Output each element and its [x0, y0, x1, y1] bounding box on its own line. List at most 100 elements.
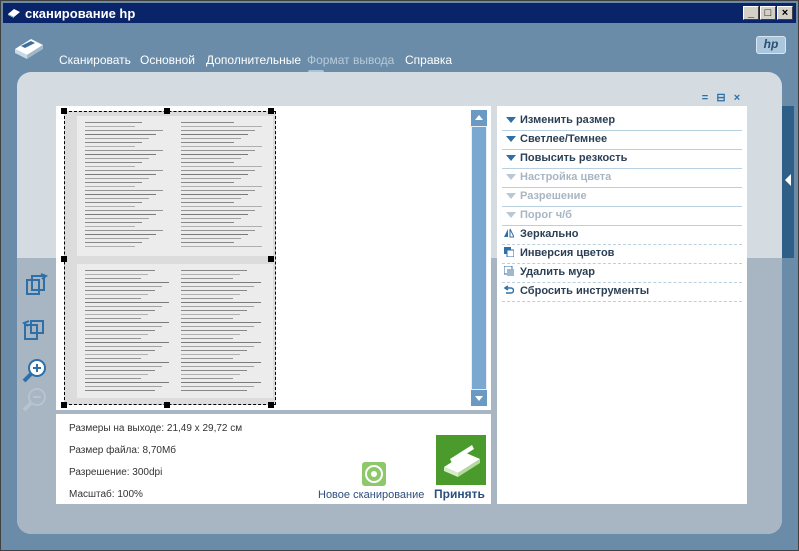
crop-handle[interactable] [268, 402, 274, 408]
tool-descreen[interactable]: Удалить муар [502, 263, 742, 283]
triangle-down-icon [506, 155, 516, 161]
text-line [85, 130, 163, 131]
panel-close-icon[interactable]: × [730, 91, 744, 105]
crop-handle[interactable] [61, 256, 67, 262]
menu-item-help[interactable]: Справка [405, 53, 452, 67]
text-line [85, 334, 148, 335]
collapse-panel-tab[interactable] [782, 106, 794, 258]
tool-resize[interactable]: Изменить размер [502, 111, 742, 131]
accept-button[interactable]: Принять [434, 487, 485, 501]
menu-item-advanced[interactable]: Дополнительные [206, 53, 301, 67]
tool-invert-colors[interactable]: Инверсия цветов [502, 244, 742, 264]
text-line [85, 338, 141, 339]
scroll-thumb[interactable] [472, 127, 486, 389]
text-line [85, 318, 141, 319]
output-size-text: Размеры на выходе: 21,49 x 29,72 см [69, 423, 243, 434]
title-bar: сканирование hp _ □ × [3, 3, 796, 23]
text-line [85, 386, 162, 387]
crop-handle[interactable] [164, 402, 170, 408]
text-line [85, 354, 148, 355]
text-line [85, 322, 169, 323]
text-line [181, 206, 262, 207]
scanner-icon [8, 9, 20, 18]
rotate-right-icon[interactable] [21, 272, 49, 298]
maximize-button[interactable]: □ [760, 6, 776, 20]
text-line [85, 214, 156, 215]
crop-handle[interactable] [61, 108, 67, 114]
crop-handle[interactable] [61, 402, 67, 408]
text-line [181, 194, 248, 195]
menu-item-output-format[interactable]: Формат вывода [307, 53, 394, 67]
text-line [85, 146, 135, 147]
text-line [181, 158, 241, 159]
zoom-out-icon[interactable] [21, 387, 49, 413]
text-line [181, 234, 248, 235]
reset-icon [504, 285, 514, 294]
text-line [181, 174, 248, 175]
arrow-down-icon [475, 396, 483, 401]
text-line [181, 346, 254, 347]
panel-restore-icon[interactable]: ⊟ [714, 91, 728, 105]
text-line [85, 358, 141, 359]
text-line [181, 334, 240, 335]
text-line [85, 154, 156, 155]
text-line [85, 198, 149, 199]
new-scan-icon[interactable] [362, 462, 386, 486]
text-line [181, 154, 248, 155]
tool-reset[interactable]: Сбросить инструменты [502, 282, 742, 302]
text-line [85, 270, 155, 271]
text-line [181, 214, 248, 215]
invert-colors-icon [504, 247, 514, 257]
text-line [181, 370, 247, 371]
window-title: сканирование hp [25, 6, 136, 21]
zoom-in-icon[interactable] [21, 358, 49, 384]
menu-item-scan[interactable]: Сканировать [59, 53, 131, 67]
text-line [181, 178, 241, 179]
crop-handle[interactable] [268, 256, 274, 262]
text-line [85, 202, 142, 203]
new-scan-button[interactable]: Новое сканирование [318, 489, 424, 501]
triangle-down-icon [506, 193, 516, 199]
tool-mirror[interactable]: Зеркально [502, 225, 742, 245]
text-line [85, 194, 156, 195]
text-line [85, 138, 149, 139]
triangle-down-icon [506, 174, 516, 180]
text-line [85, 222, 142, 223]
text-line [181, 122, 234, 123]
text-line [181, 218, 241, 219]
text-line [85, 366, 162, 367]
panel-menu-icon[interactable]: = [698, 91, 712, 105]
app-window: сканирование hp _ □ × Сканировать Основн… [0, 0, 799, 551]
text-line [181, 294, 240, 295]
minimize-button[interactable]: _ [743, 6, 759, 20]
text-line [181, 138, 241, 139]
tool-label: Светлее/Темнее [520, 133, 608, 145]
text-line [85, 122, 142, 123]
text-line [85, 174, 156, 175]
arrow-up-icon [475, 115, 483, 120]
tool-resolution: Разрешение [502, 187, 742, 207]
scroll-down-button[interactable] [471, 390, 487, 406]
scroll-up-button[interactable] [471, 110, 487, 126]
tool-label: Разрешение [520, 190, 587, 202]
crop-handle[interactable] [268, 108, 274, 114]
header: Сканировать Основной Дополнительные Форм… [3, 23, 796, 75]
tool-label: Сбросить инструменты [520, 285, 650, 297]
scanned-image[interactable] [64, 111, 276, 405]
tool-sharpen[interactable]: Повысить резкость [502, 149, 742, 169]
text-line [181, 290, 247, 291]
text-line [181, 202, 234, 203]
descreen-icon [504, 266, 514, 276]
text-line [181, 342, 261, 343]
tool-lighter-darker[interactable]: Светлее/Темнее [502, 130, 742, 150]
text-line [181, 326, 254, 327]
rotate-left-icon[interactable] [21, 317, 49, 343]
text-line [181, 354, 240, 355]
text-line [181, 210, 255, 211]
accept-scanner-icon[interactable] [436, 435, 486, 485]
close-button[interactable]: × [777, 6, 793, 20]
menu-item-basic[interactable]: Основной [140, 53, 195, 67]
preview-scrollbar[interactable] [471, 110, 487, 406]
text-line [181, 230, 255, 231]
crop-handle[interactable] [164, 108, 170, 114]
